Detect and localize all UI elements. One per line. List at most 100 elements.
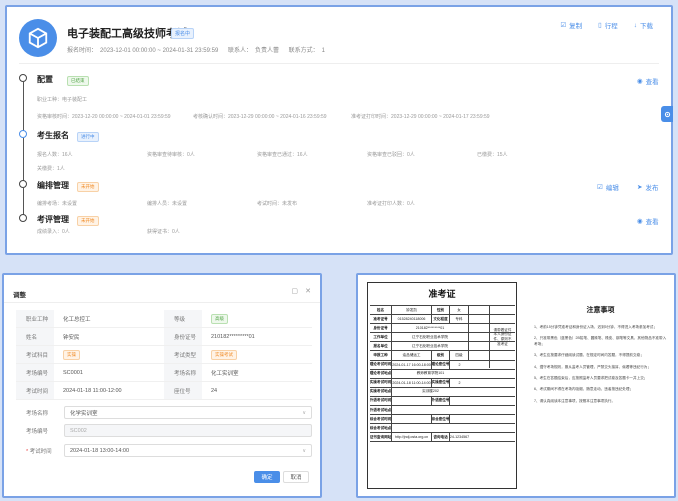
time-value: 2023-12-01 00:00:00 ~ 2024-01-31 23:59:5… (100, 48, 219, 54)
ticket-cell: 综合考试时间 (370, 415, 392, 424)
step-dot (19, 130, 27, 138)
ticket-cell: 024-12345678 (450, 435, 469, 440)
step-title: 考生报名 (37, 131, 69, 140)
itinerary-button[interactable]: ▯ 行程 (598, 20, 618, 30)
ticket-cell: 实操考试地点 (370, 387, 392, 396)
ticket-cell: 辽宁石化职业技术学院 (392, 333, 469, 342)
chevron-down-icon: ∨ (302, 409, 306, 416)
ticket-title: 准考证 (428, 289, 456, 299)
room-select-row: 考场名称 化学实训室 ∨ (16, 405, 312, 420)
ticket-cell: 实训楼202 (422, 389, 439, 394)
ticket-cell: 2 (458, 380, 461, 385)
admission-ticket: 准考证 请带着证件本人身份证件、原则不准考证 姓名 钟发凯 性别女准考证号 01528… (367, 282, 517, 489)
step-badge: 未开始 (77, 216, 99, 226)
level-tag: 高级 (211, 313, 228, 324)
ticket-cell: 钟发凯 (392, 306, 432, 315)
ticket-cell: 性别 (432, 306, 450, 315)
ticket-row: 实操考试时间 2024-01-18 11:00-14:00 实操座位号 2 (370, 378, 515, 388)
exam-time-select[interactable]: 2024-01-18 13:00-14:00 ∨ (64, 444, 312, 457)
phone-label: 联系方式： (288, 48, 319, 54)
top-actions: ☑ 复制 ▯ 行程 ↓ 下载 (560, 20, 653, 31)
step-info: 获得证书：0人 (147, 229, 180, 235)
step-info: 职业工种：电子装配工 (37, 97, 88, 103)
step-info: 资格审查已通过：16人 (257, 152, 308, 158)
step-badge: 未开始 (77, 182, 99, 192)
exam-status-badge: 报名中 (171, 28, 195, 39)
ticket-cell: 外语考试时间 (370, 396, 392, 406)
settings-float-button[interactable] (661, 106, 673, 122)
gear-icon (664, 111, 670, 117)
ticket-cell: 文化程度 (432, 315, 450, 324)
ticket-cell: 理论考试时间 (370, 360, 392, 369)
chevron-down-icon: ∨ (302, 447, 306, 454)
step-info: 资格审查已驳回：0人 (367, 152, 415, 158)
step-dot (19, 180, 27, 188)
type-tag: 实操考试 (211, 349, 237, 360)
close-icon[interactable]: ✕ (305, 287, 311, 295)
ticket-cell: 2024-01-18 11:00-14:00 (392, 378, 432, 387)
ticket-cell: 级别 (432, 351, 450, 360)
document-icon: ▯ (598, 22, 602, 29)
room-select[interactable]: 化学实训室 ∨ (64, 406, 312, 419)
step-badge: 进行中 (77, 132, 99, 142)
ticket-cell (392, 424, 469, 432)
table-row: 考试时间 2024-01-18 11:00-12:00 座位号 24 (16, 382, 312, 400)
ticket-cell: 油品储运工 (392, 351, 432, 360)
ticket-cell: 四级 (450, 351, 469, 360)
edit-icon: ☑ (560, 22, 567, 29)
ticket-cell: 理论座位号 (432, 360, 450, 369)
view-link[interactable]: ◉ 查看 (637, 216, 659, 226)
cancel-button[interactable]: 取消 (283, 471, 309, 483)
step-info: 关缴费：1人 (37, 166, 65, 172)
adjust-dialog: 调整 ▢ ✕ 职业工种 化工总控工 等级 高级 姓名 钟安民 身份证号 2101… (2, 273, 322, 498)
divider (4, 302, 320, 303)
ticket-cell: 辽宁石化职业技术学院 (392, 342, 469, 351)
notice-list: 1、考前15分钟凭准考证和身份证入场，迟到5分钟，不得进入考场参加考试； 2、只准… (528, 325, 673, 404)
step-info: 成绩录入：0人 (37, 229, 70, 235)
ticket-cell: 证书查询网站 (370, 433, 392, 442)
notice-item: 3、考生应按要求仔细阅读试题，在规定时间内答题，不得提前交卷； (534, 353, 644, 358)
step-dot (19, 214, 27, 222)
view-link[interactable]: ◉ 查看 (637, 76, 659, 86)
subject-tag: 实操 (63, 349, 80, 360)
notice-item: 7、请认真阅读本注意事项，按照本注意事项执行。 (534, 398, 616, 403)
ticket-cell: http://jndj.osta.org.cn (392, 433, 432, 442)
publish-link[interactable]: ➤ 发布 (637, 182, 658, 192)
ticket-cell: 综合考试地点 (370, 424, 392, 433)
contact-label: 联系人： (227, 48, 252, 54)
ticket-cell (450, 397, 469, 405)
download-button[interactable]: ↓ 下载 (634, 20, 653, 31)
ticket-cell: 2 (458, 362, 461, 367)
step-info: 报名人数：16人 (37, 152, 73, 158)
ticket-cell: 教师教育学院101 (416, 371, 445, 376)
copy-button[interactable]: ☑ 复制 (560, 20, 582, 30)
step-line (22, 82, 24, 132)
ticket-cell: 理论考试地点 (370, 369, 392, 378)
notice-item: 2、只准带黑色（蓝黑色）2B铅笔、圆珠笔、橡皮、钢笔等文具，其他物品不准带入考场… (534, 336, 667, 346)
exam-time-row: * 考试时间 2024-01-18 13:00-14:00 ∨ (16, 443, 312, 458)
edit-link[interactable]: ☑ 编辑 (597, 182, 619, 192)
step-title: 编排管理 (37, 181, 69, 190)
ticket-cell: 210182*********01 (392, 324, 469, 333)
step-info: 准考证打印时间：2023-12-29 00:00:00 ~ 2024-01-17… (351, 114, 490, 120)
edit-icon: ☑ (597, 184, 603, 191)
step-title: 考评管理 (37, 215, 69, 224)
step-info: 准考证打印人数：0人 (367, 201, 415, 207)
step-info: 编排人员：未设置 (147, 201, 188, 207)
ticket-row: 实操考试地点 实训楼202 (370, 387, 515, 397)
admission-ticket-preview: 准考证 请带着证件本人身份证件、原则不准考证 姓名 钟发凯 性别女准考证号 01528… (356, 273, 676, 498)
step-title: 配置 (37, 75, 53, 84)
eye-icon: ◉ (637, 78, 643, 85)
time-label: 报名时间： (67, 48, 98, 54)
notice-item: 4、遵守考场规则，服从监考人员管理，严禁交头接耳、偷看等违纪行为； (534, 364, 651, 369)
exam-meta: 报名时间： 2023-12-01 00:00:00 ~ 2024-01-31 23… (67, 45, 328, 54)
maximize-icon[interactable]: ▢ (291, 287, 298, 295)
confirm-button[interactable]: 确定 (254, 471, 280, 483)
ticket-row: 综合考试时间 综合座位号 (370, 415, 515, 425)
dialog-title: 调整 (13, 292, 26, 299)
step-dot (19, 74, 27, 82)
notice-panel: 注意事项 1、考前15分钟凭准考证和身份证入场，迟到5分钟，不得进入考场参加考试… (528, 282, 673, 489)
ticket-cell: 外语座位号 (432, 396, 450, 406)
info-table: 职业工种 化工总控工 等级 高级 姓名 钟安民 身份证号 210182*****… (16, 310, 312, 400)
ticket-cell: 咨询电话 (432, 433, 450, 442)
